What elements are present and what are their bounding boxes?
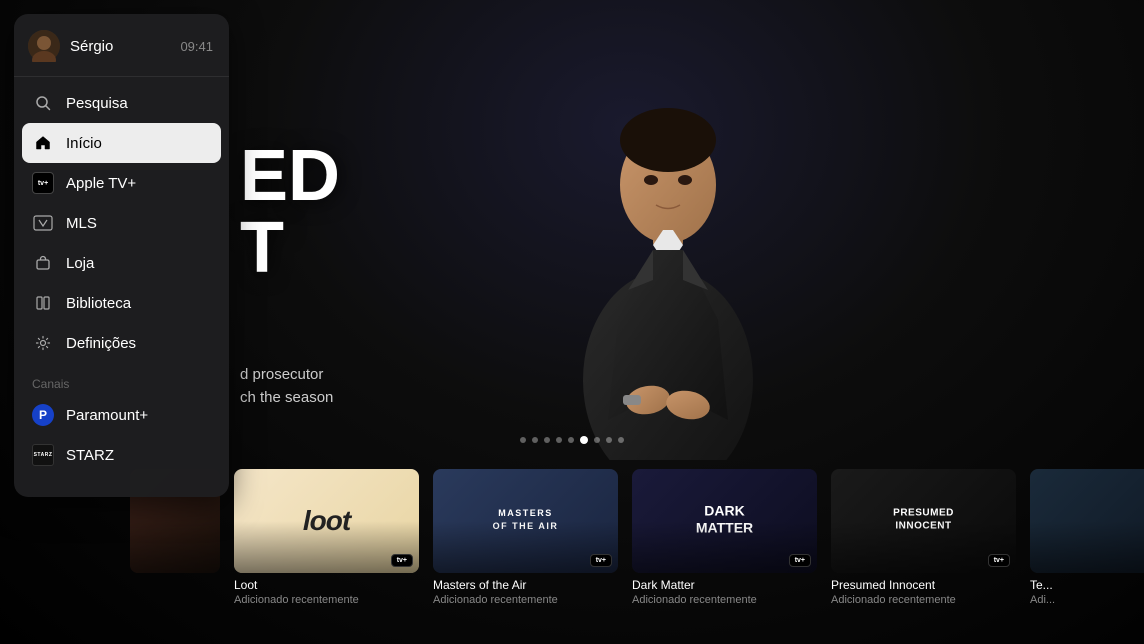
content-title: Masters of the Air bbox=[433, 578, 618, 592]
appletv-icon: tv+ bbox=[32, 172, 54, 194]
dot-3[interactable] bbox=[544, 437, 550, 443]
content-title: Loot bbox=[234, 578, 419, 592]
sidebar-item-label: Biblioteca bbox=[66, 295, 131, 312]
content-subtitle: Adi... bbox=[1030, 594, 1144, 606]
sidebar-item-paramount[interactable]: P Paramount+ bbox=[22, 395, 221, 435]
content-title: Te... bbox=[1030, 578, 1144, 592]
sidebar-item-library[interactable]: Biblioteca bbox=[22, 283, 221, 323]
sidebar: Sérgio 09:41 Pesquisa Início bbox=[14, 14, 229, 497]
sidebar-item-label: Loja bbox=[66, 255, 94, 272]
list-item[interactable]: MASTERSOF THE AIR tv+ Masters of the Air… bbox=[433, 469, 618, 606]
starz-icon: STARZ bbox=[32, 444, 54, 466]
carousel-dots bbox=[520, 436, 624, 444]
home-icon bbox=[32, 132, 54, 154]
user-info: Sérgio bbox=[28, 30, 113, 62]
bag-icon bbox=[32, 252, 54, 274]
clock: 09:41 bbox=[180, 39, 213, 54]
dot-4[interactable] bbox=[556, 437, 562, 443]
sidebar-item-label: STARZ bbox=[66, 447, 114, 464]
dot-1[interactable] bbox=[520, 437, 526, 443]
sidebar-item-search[interactable]: Pesquisa bbox=[22, 83, 221, 123]
list-item[interactable]: PRESUMEDINNOCENT tv+ Presumed Innocent A… bbox=[831, 469, 1016, 606]
hero-subtitle: d prosecutor ch the season bbox=[240, 364, 340, 409]
content-subtitle: Adicionado recentemente bbox=[831, 594, 1016, 606]
content-title: Presumed Innocent bbox=[831, 578, 1016, 592]
gear-icon bbox=[32, 332, 54, 354]
avatar bbox=[28, 30, 60, 62]
sidebar-item-label: Paramount+ bbox=[66, 407, 148, 424]
sidebar-item-label: Início bbox=[66, 135, 102, 152]
channels-section-label: Canais bbox=[14, 369, 229, 395]
sidebar-item-starz[interactable]: STARZ STARZ bbox=[22, 435, 221, 475]
hero-title-line2: T bbox=[240, 212, 340, 284]
paramount-icon: P bbox=[32, 404, 54, 426]
sidebar-item-label: Pesquisa bbox=[66, 95, 128, 112]
dot-7[interactable] bbox=[594, 437, 600, 443]
channels-list: P Paramount+ STARZ STARZ bbox=[14, 395, 229, 481]
user-header: Sérgio 09:41 bbox=[14, 14, 229, 77]
content-subtitle: Adicionado recentemente bbox=[234, 594, 419, 606]
search-icon bbox=[32, 92, 54, 114]
dot-8[interactable] bbox=[606, 437, 612, 443]
user-name: Sérgio bbox=[70, 38, 113, 55]
dot-9[interactable] bbox=[618, 437, 624, 443]
list-item[interactable]: loot tv+ Loot Adicionado recentemente bbox=[234, 469, 419, 606]
hero-image bbox=[508, 0, 828, 460]
content-title: Dark Matter bbox=[632, 578, 817, 592]
library-icon bbox=[32, 292, 54, 314]
navigation: Pesquisa Início tv+ Apple TV+ bbox=[14, 77, 229, 369]
sidebar-item-label: Apple TV+ bbox=[66, 175, 136, 192]
hero-title: ED bbox=[240, 140, 340, 212]
content-subtitle: Adicionado recentemente bbox=[632, 594, 817, 606]
list-item[interactable]: DARKMATTER tv+ Dark Matter Adicionado re… bbox=[632, 469, 817, 606]
sidebar-item-settings[interactable]: Definições bbox=[22, 323, 221, 363]
sidebar-item-label: MLS bbox=[66, 215, 97, 232]
dot-6-active[interactable] bbox=[580, 436, 588, 444]
sidebar-item-mls[interactable]: MLS bbox=[22, 203, 221, 243]
sidebar-item-label: Definições bbox=[66, 335, 136, 352]
mls-icon bbox=[32, 212, 54, 234]
dot-5[interactable] bbox=[568, 437, 574, 443]
sidebar-item-appletv[interactable]: tv+ Apple TV+ bbox=[22, 163, 221, 203]
list-item[interactable]: Te... Adi... bbox=[1030, 469, 1144, 606]
sidebar-item-store[interactable]: Loja bbox=[22, 243, 221, 283]
content-subtitle: Adicionado recentemente bbox=[433, 594, 618, 606]
sidebar-item-home[interactable]: Início bbox=[22, 123, 221, 163]
hero-text-block: ED T d prosecutor ch the season bbox=[240, 140, 340, 409]
dot-2[interactable] bbox=[532, 437, 538, 443]
